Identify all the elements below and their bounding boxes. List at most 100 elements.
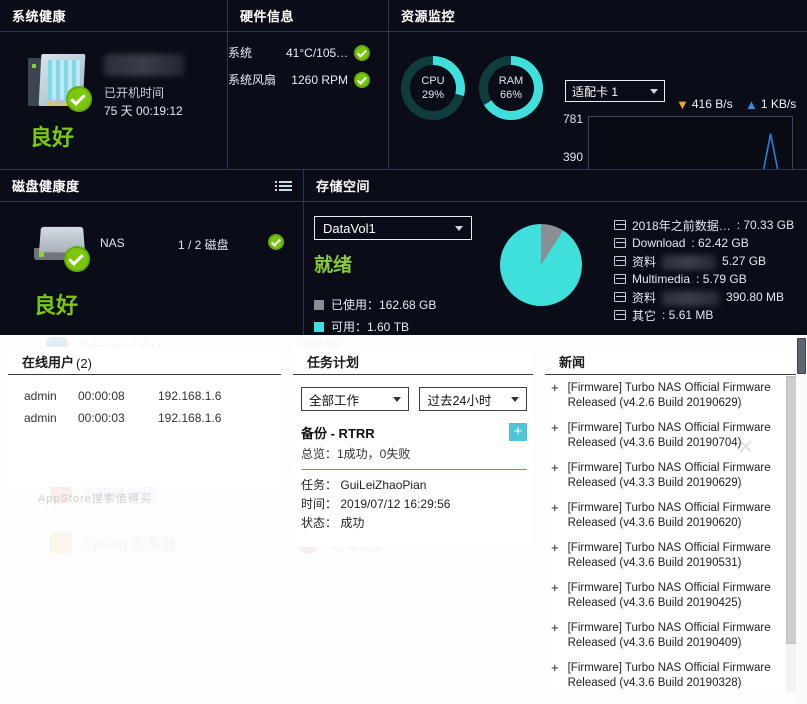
plus-icon[interactable]: +	[551, 461, 559, 491]
folder-size: : 5.61 MB	[662, 308, 714, 322]
news-item[interactable]: + [Firmware] Turbo NAS Official Firmware …	[545, 496, 785, 536]
disk-device-name: NAS	[100, 236, 125, 250]
chevron-down-icon	[455, 225, 463, 231]
dashboard-dark-area: 系统健康 已开机时间 75 天 00:19:12 良好 硬件信息 系统 41°C…	[0, 0, 807, 335]
panel-divider-horizontal	[0, 169, 807, 170]
hard-disk-icon	[34, 226, 90, 272]
plus-icon[interactable]: +	[551, 621, 559, 651]
system-health-body: 已开机时间 75 天 00:19:12 良好	[0, 32, 228, 170]
plus-icon[interactable]: +	[551, 381, 559, 411]
panel-hardware-info: 硬件信息 系统 41°C/105… 系统风扇 1260 RPM	[228, 0, 389, 170]
volume-select[interactable]: DataVol1	[314, 216, 472, 240]
add-task-button[interactable]: +	[509, 423, 527, 441]
news-item-label[interactable]: [Firmware] Turbo NAS Official Firmware R…	[568, 461, 783, 491]
online-users-count: (2)	[76, 356, 92, 371]
news-item-label[interactable]: [Firmware] Turbo NAS Official Firmware R…	[568, 621, 783, 651]
news-item[interactable]: + [Firmware] Turbo NAS Official Firmware …	[545, 576, 785, 616]
hardware-row-value: 1260 RPM	[291, 72, 348, 87]
news-item-label[interactable]: [Firmware] Turbo NAS Official Firmware R…	[568, 501, 783, 531]
plus-icon[interactable]: +	[551, 581, 559, 611]
chart-ytick-max: 781	[562, 112, 583, 126]
user-name: admin	[24, 389, 57, 403]
plus-icon[interactable]: +	[551, 421, 559, 451]
background-shortcut-label: Syslog 服务器	[82, 535, 177, 553]
folder-row: 2018年之前数据… : 70.33 GB	[614, 216, 794, 234]
panel-storage-space: 存储空间 DataVol1 就绪 已使用：162.68 GB 可用：1.60 T…	[304, 170, 807, 335]
panel-task-scheduler: 任务计划 全部工作 过去24小时 备份 - RTRR 总览：1成功，0失败 + …	[293, 347, 533, 547]
online-users-title: 在线用户	[22, 355, 75, 370]
news-item-label[interactable]: [Firmware] Turbo NAS Official Firmware R…	[568, 381, 783, 411]
folder-row: Multimedia : 5.79 GB	[614, 270, 794, 288]
news-list: + [Firmware] Turbo NAS Official Firmware …	[545, 376, 785, 692]
system-health-check-icon	[66, 86, 92, 112]
system-health-title: 系统健康	[0, 0, 228, 32]
page-scrollbar-thumb[interactable]	[797, 338, 806, 374]
ram-gauge: RAM 66%	[479, 56, 543, 120]
background-shortcut: Syslog 服务器	[50, 532, 176, 554]
close-icon[interactable]: ×	[738, 431, 753, 462]
news-item[interactable]: + [Firmware] Turbo NAS Official Firmware …	[545, 656, 785, 692]
news-item[interactable]: + [Firmware] Turbo NAS Official Firmware …	[545, 376, 785, 416]
legend-free: 可用：1.60 TB	[314, 318, 409, 335]
folder-usage-list: 2018年之前数据… : 70.33 GB Download : 62.42 G…	[614, 216, 794, 324]
folder-name: 资料	[632, 290, 657, 305]
folder-size: : 5.79 GB	[696, 272, 747, 286]
news-item[interactable]: + [Firmware] Turbo NAS Official Firmware …	[545, 536, 785, 576]
chart-ytick-mid: 390	[562, 150, 583, 164]
news-item-label[interactable]: [Firmware] Turbo NAS Official Firmware R…	[568, 661, 783, 691]
storage-pie-chart	[500, 224, 582, 306]
arrow-down-icon: ▼	[676, 96, 689, 112]
storage-state: 就绪	[314, 255, 353, 276]
task-detail-key: 时间：	[301, 497, 338, 511]
news-item-label[interactable]: [Firmware] Turbo NAS Official Firmware R…	[568, 541, 783, 571]
hardware-info-title: 硬件信息	[228, 0, 389, 32]
legend-label: 可用：1.60 TB	[331, 320, 410, 334]
list-icon[interactable]	[275, 180, 292, 191]
user-name: admin	[24, 411, 57, 425]
plus-icon[interactable]: +	[551, 501, 559, 531]
task-filter-job-select[interactable]: 全部工作	[301, 387, 410, 411]
news-item-label[interactable]: [Firmware] Turbo NAS Official Firmware R…	[568, 581, 783, 611]
cpu-label: CPU	[421, 75, 445, 87]
legend-label: 已使用：162.68 GB	[331, 298, 437, 312]
chevron-down-icon	[511, 396, 519, 402]
user-time: 00:00:03	[78, 411, 125, 425]
hardware-row-value: 41°C/105…	[286, 45, 349, 60]
panel-disk-health: 磁盘健康度 NAS 1 / 2 磁盘 良好	[0, 170, 304, 335]
plus-icon[interactable]: +	[551, 541, 559, 571]
divider	[301, 469, 527, 470]
task-summary: 总览：1成功，0失败	[301, 447, 411, 461]
folder-name: 其它	[632, 308, 657, 323]
plus-icon[interactable]: +	[551, 661, 559, 691]
task-filter-job-value: 全部工作	[309, 393, 360, 408]
legend-swatch	[314, 299, 324, 310]
folder-row: 资料 390.80 MB	[614, 288, 794, 306]
ram-label: RAM	[498, 75, 524, 87]
panel-divider-vertical	[227, 0, 228, 169]
adapter-select[interactable]: 适配卡 1	[565, 80, 665, 102]
chevron-down-icon	[393, 396, 402, 402]
news-item[interactable]: + [Firmware] Turbo NAS Official Firmware …	[545, 616, 785, 656]
chevron-down-icon	[650, 88, 658, 94]
download-rate-value: 416 B/s	[691, 97, 733, 111]
folder-size: 390.80 MB	[726, 290, 785, 304]
adapter-select-value: 适配卡 1	[572, 84, 619, 99]
redacted-model-name	[104, 54, 184, 76]
folder-icon	[614, 310, 626, 320]
table-row: admin 00:00:03 192.168.1.6	[8, 407, 281, 429]
folder-size: : 70.33 GB	[736, 218, 795, 232]
check-circle-icon	[268, 234, 284, 250]
task-detail-key: 任务：	[301, 478, 338, 492]
news-item[interactable]: + [Firmware] Turbo NAS Official Firmware …	[545, 456, 785, 496]
task-filter-time-value: 过去24小时	[427, 393, 492, 408]
nas-dashboard: 系统健康 已开机时间 75 天 00:19:12 良好 硬件信息 系统 41°C…	[0, 0, 807, 704]
upload-rate: ▲ 1 KB/s	[745, 97, 796, 111]
task-filter-time-select[interactable]: 过去24小时	[419, 387, 527, 411]
cpu-gauge: CPU 29%	[401, 56, 465, 120]
page-scrollbar[interactable]	[796, 335, 807, 704]
folder-row: Download : 62.42 GB	[614, 234, 794, 252]
check-circle-icon	[354, 71, 370, 88]
folder-size: : 62.42 GB	[691, 236, 749, 250]
user-time: 00:00:08	[78, 389, 125, 403]
folder-icon	[614, 256, 626, 266]
